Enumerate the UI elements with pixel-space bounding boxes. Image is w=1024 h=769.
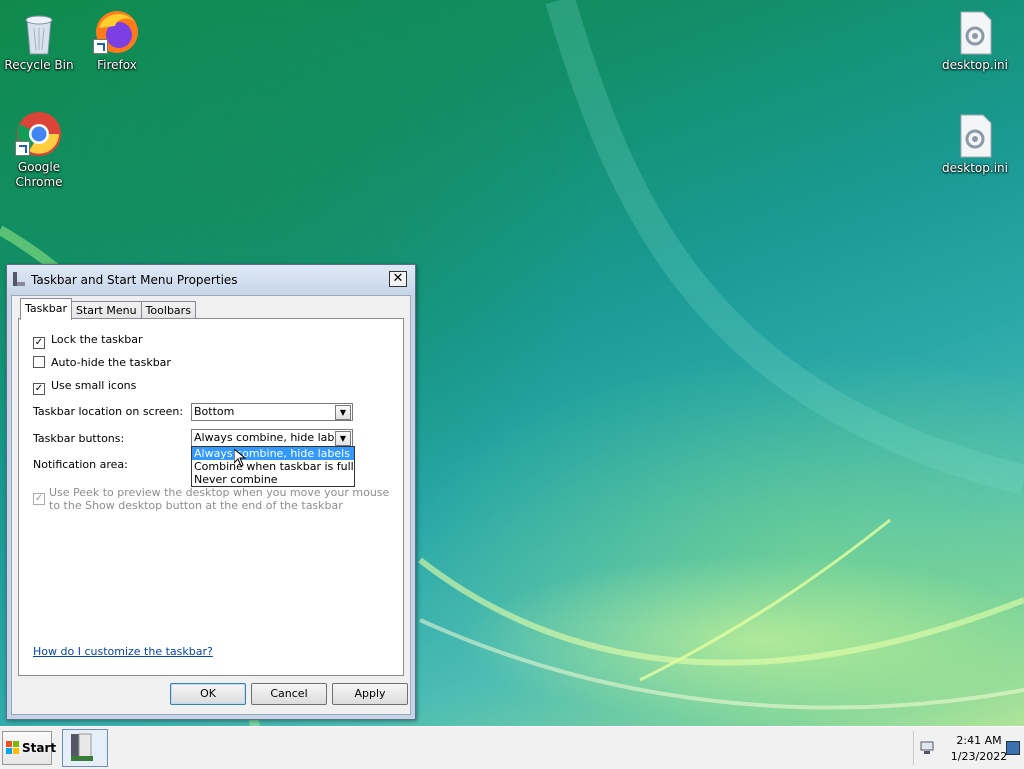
desktop-icon-label: desktop.ini xyxy=(942,58,1008,72)
location-value: Bottom xyxy=(194,405,235,418)
chevron-down-icon[interactable]: ▼ xyxy=(335,405,351,420)
checkbox-box: ✓ xyxy=(33,383,45,395)
dropdown-option-never-combine[interactable]: Never combine xyxy=(192,473,354,486)
taskbar-buttons-label: Taskbar buttons: xyxy=(33,432,125,445)
location-select[interactable]: Bottom ▼ xyxy=(191,403,353,421)
clock-time: 2:41 AM xyxy=(956,734,1002,747)
location-label: Taskbar location on screen: xyxy=(33,405,184,418)
clock[interactable]: 2:41 AM 1/23/2022 xyxy=(950,733,1008,765)
notification-area-label: Notification area: xyxy=(33,458,128,471)
tab-taskbar[interactable]: Taskbar xyxy=(20,298,72,320)
show-desktop-button[interactable] xyxy=(1006,741,1020,755)
recycle-bin-icon xyxy=(15,8,63,56)
checkbox-label: Use small icons xyxy=(51,379,137,392)
start-button[interactable]: Start xyxy=(2,731,56,765)
taskbar-app-icon xyxy=(71,733,93,761)
dialog-client-area: Taskbar Start Menu Toolbars ✓ Lock the ta… xyxy=(11,295,411,715)
start-label: Start xyxy=(22,741,57,755)
checkbox-box: ✓ xyxy=(33,493,45,505)
checkbox-box: ✓ xyxy=(33,337,45,349)
network-icon[interactable] xyxy=(920,741,936,755)
settings-file-icon xyxy=(951,111,999,159)
desktop-icon-firefox[interactable]: Firefox xyxy=(80,8,154,73)
close-icon: ✕ xyxy=(392,271,404,286)
apply-button[interactable]: Apply xyxy=(332,683,408,705)
dialog-titlebar[interactable]: Taskbar and Start Menu Properties ✕ xyxy=(7,265,415,293)
ok-button[interactable]: OK xyxy=(170,683,246,705)
checkbox-label: Lock the taskbar xyxy=(51,333,143,346)
taskbar-buttons-dropdown: Always combine, hide labels Combine when… xyxy=(191,446,355,487)
small-icons-checkbox[interactable]: ✓ Use small icons xyxy=(33,379,137,395)
desktop-icon-desktop-ini-2[interactable]: desktop.ini xyxy=(938,111,1012,176)
help-link[interactable]: How do I customize the taskbar? xyxy=(33,645,213,658)
dropdown-option-combine-when-full[interactable]: Combine when taskbar is full xyxy=(192,460,354,473)
desktop-icon-label: desktop.ini xyxy=(942,161,1008,175)
checkbox-label: Auto-hide the taskbar xyxy=(51,356,171,369)
system-tray: 2:41 AM 1/23/2022 xyxy=(913,731,1024,765)
peek-label: Use Peek to preview the desktop when you… xyxy=(49,486,390,512)
dropdown-option-always-combine[interactable]: Always combine, hide labels xyxy=(192,447,354,460)
clock-date: 1/23/2022 xyxy=(950,750,1008,763)
firefox-icon xyxy=(93,8,141,56)
auto-hide-checkbox[interactable]: Auto-hide the taskbar xyxy=(33,356,171,370)
taskbar-buttons-value: Always combine, hide labels xyxy=(194,431,350,444)
desktop-icon-google-chrome[interactable]: Google Chrome xyxy=(2,110,76,190)
settings-file-icon xyxy=(951,8,999,56)
taskbar-app-icon xyxy=(13,272,25,286)
checkbox-box xyxy=(33,356,45,368)
taskbar-tab-panel: ✓ Lock the taskbar Auto-hide the taskbar … xyxy=(18,318,404,676)
taskbar: Start 2:41 AM 1/23/2022 xyxy=(0,726,1024,769)
desktop-icon-desktop-ini-1[interactable]: desktop.ini xyxy=(938,8,1012,73)
cancel-button[interactable]: Cancel xyxy=(251,683,327,705)
taskbar-properties-dialog: Taskbar and Start Menu Properties ✕ Task… xyxy=(6,264,416,720)
desktop-icon-recycle-bin[interactable]: Recycle Bin xyxy=(2,8,76,73)
taskbar-button-properties[interactable] xyxy=(62,729,108,767)
chrome-icon xyxy=(15,110,63,158)
shortcut-arrow-icon xyxy=(93,39,108,54)
desktop-icon-label: Recycle Bin xyxy=(4,58,74,72)
windows-flag-icon xyxy=(6,741,19,754)
taskbar-buttons-select[interactable]: Always combine, hide labels ▼ xyxy=(191,429,353,447)
shortcut-arrow-icon xyxy=(15,141,30,156)
mouse-cursor-icon xyxy=(234,449,246,467)
chevron-down-icon[interactable]: ▼ xyxy=(335,431,351,446)
lock-taskbar-checkbox[interactable]: ✓ Lock the taskbar xyxy=(33,333,143,349)
close-button[interactable]: ✕ xyxy=(389,271,407,287)
dialog-title: Taskbar and Start Menu Properties xyxy=(31,273,238,287)
desktop-icon-label: Firefox xyxy=(97,58,137,72)
tab-strip: Taskbar Start Menu Toolbars xyxy=(20,298,196,320)
desktop-icon-label: Google Chrome xyxy=(15,160,63,189)
